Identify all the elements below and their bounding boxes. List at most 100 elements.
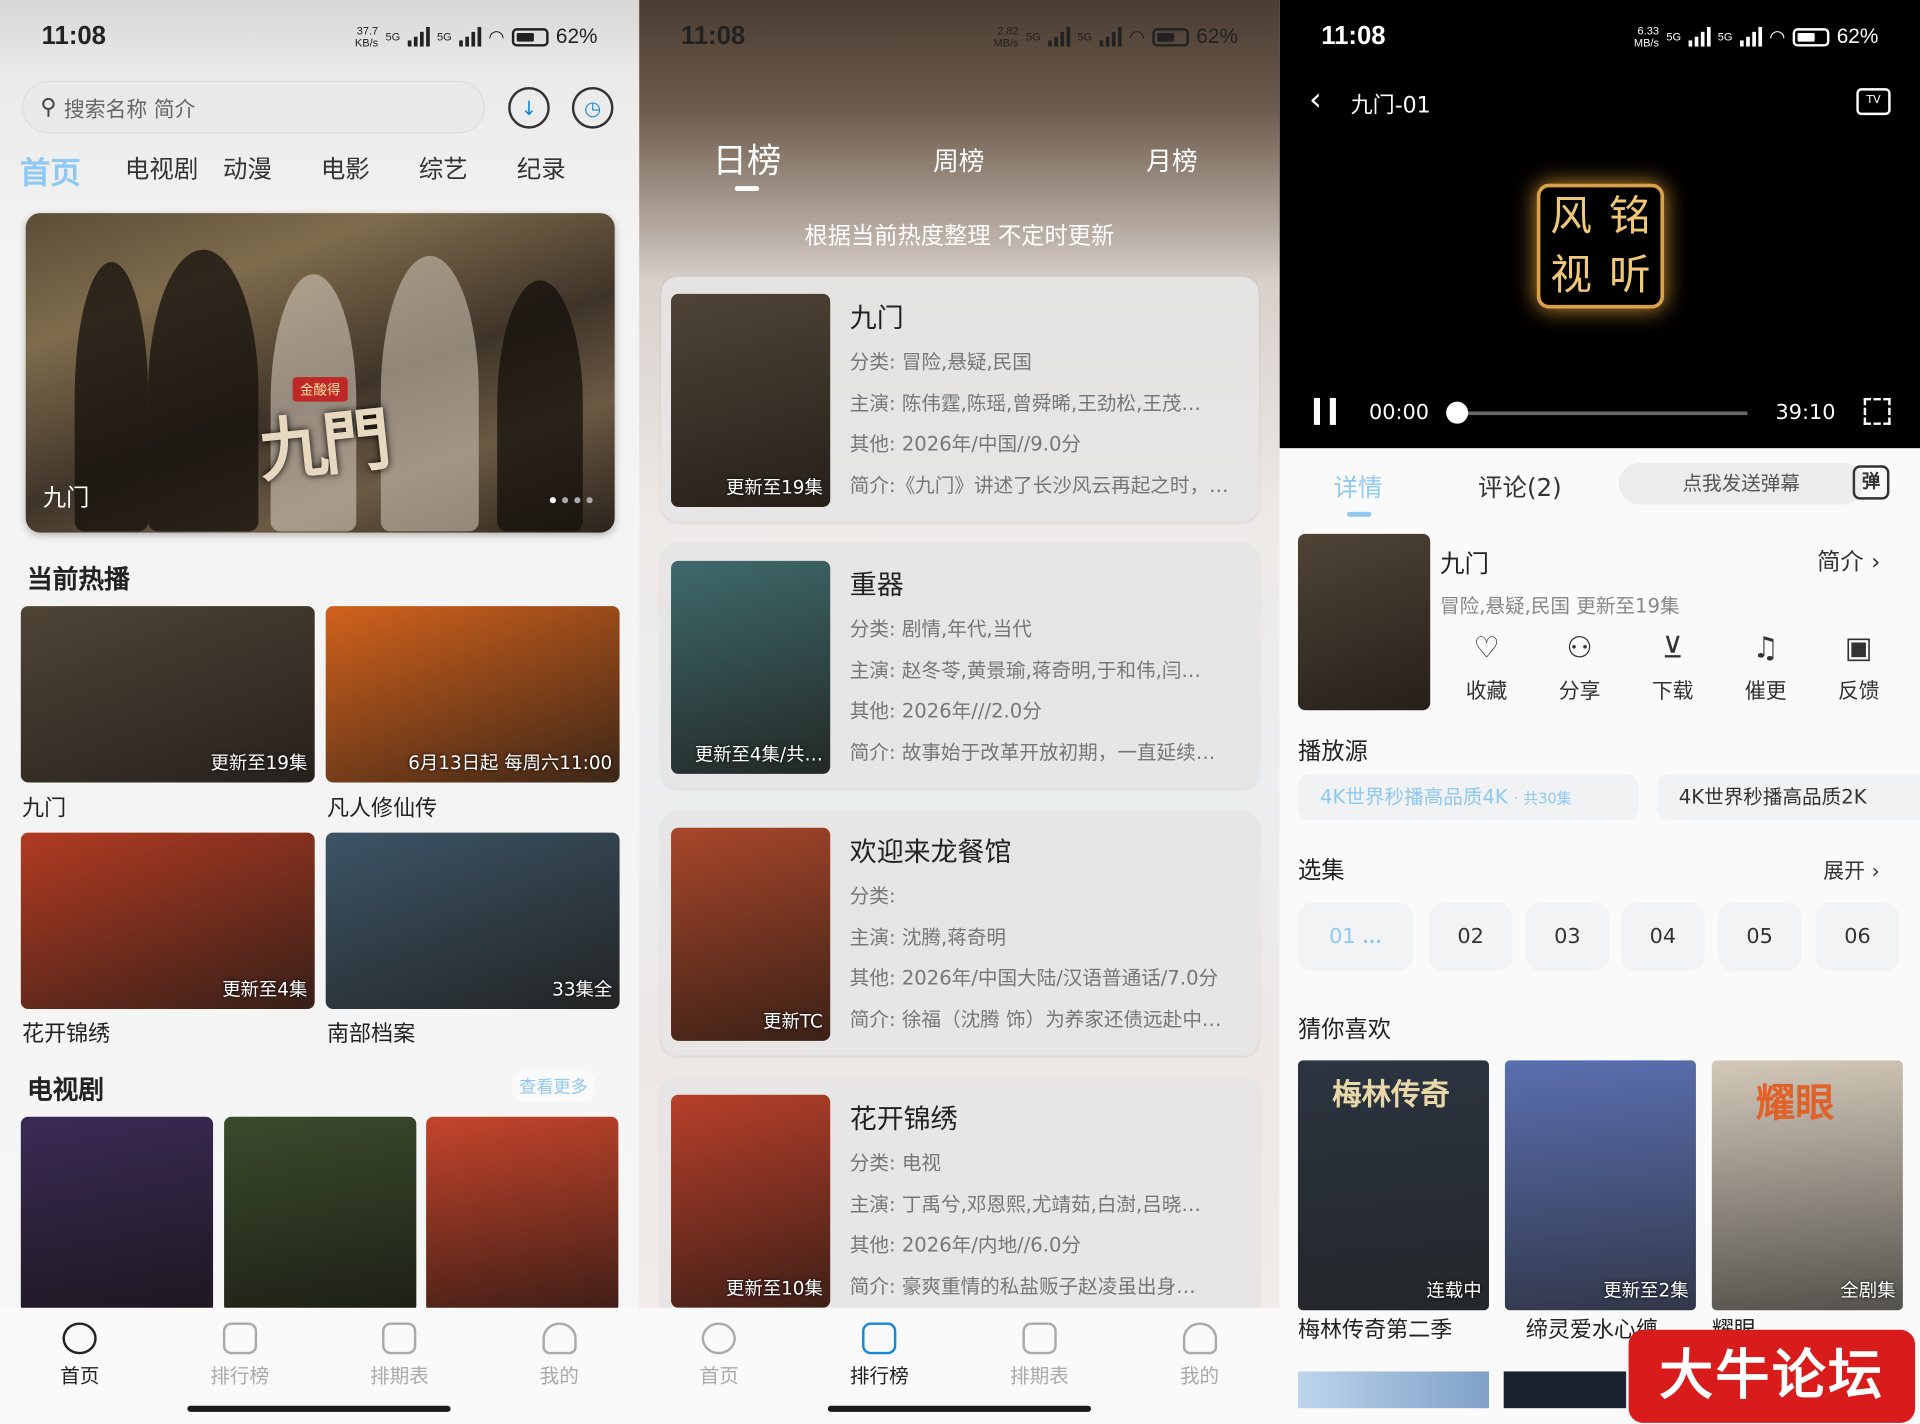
hot-card[interactable]: 更新至4集 xyxy=(20,832,315,1009)
rank-other: 其他: 2026年///2.0分 xyxy=(849,699,1042,723)
episode-button[interactable]: 04 xyxy=(1621,902,1705,972)
hot-card[interactable]: 33集全 xyxy=(325,832,620,1009)
signal-icon-2 xyxy=(1099,26,1122,47)
forum-watermark: 大牛论坛 xyxy=(1628,1329,1916,1423)
pause-icon[interactable] xyxy=(1313,397,1336,425)
tab-underline xyxy=(1346,511,1372,517)
danmu-toggle-icon[interactable]: 弹 xyxy=(1852,465,1890,500)
rank-card[interactable]: 更新至4集/共… 重器 分类: 剧情,年代,当代 主演: 赵冬苓,黄景瑜,蒋奇明… xyxy=(661,543,1259,789)
hot-badge: 33集全 xyxy=(552,978,613,1001)
rank-card[interactable]: 更新至19集 九门 分类: 冒险,悬疑,民国 主演: 陈伟霆,陈瑶,曾舜晞,王劲… xyxy=(661,276,1259,522)
share-icon: ⚇ xyxy=(1566,630,1593,665)
expand-link[interactable]: 展开 › xyxy=(1823,853,1880,884)
tabbar-home[interactable]: 首页 xyxy=(0,1308,160,1424)
tv-poster[interactable] xyxy=(426,1116,619,1313)
wifi-icon: ◠ xyxy=(1769,26,1786,48)
status-bar: 11:08 37.7 KB/s 5G 5G ◠ 62% xyxy=(0,0,639,73)
episode-button[interactable]: 05 xyxy=(1717,902,1802,972)
action-label: 下载 xyxy=(1651,679,1694,705)
episode-button-selected[interactable]: 01 ... xyxy=(1297,902,1414,972)
time-total: 39:10 xyxy=(1775,400,1836,425)
hot-card[interactable]: 更新至19集 xyxy=(20,606,315,783)
cast-tv-icon[interactable]: TV xyxy=(1856,88,1891,116)
tabbar-home[interactable]: 首页 xyxy=(639,1308,799,1424)
recommend-card[interactable]: 耀眼 全剧集 xyxy=(1711,1060,1903,1311)
recommend-card[interactable]: 梅林传奇 连载中 xyxy=(1297,1060,1489,1311)
hot-caption: 九门 xyxy=(22,795,67,822)
source-option-selected[interactable]: 4K世界秒播高品质4K · 共30集 xyxy=(1297,773,1639,821)
tab-weekly[interactable]: 周榜 xyxy=(933,142,984,179)
episode-button[interactable]: 03 xyxy=(1525,902,1609,972)
rec-overlay: 梅林传奇 xyxy=(1332,1077,1450,1112)
tabbar-ranking-label: 排行榜 xyxy=(849,1364,909,1388)
tab-daily[interactable]: 日榜 xyxy=(713,135,782,184)
time-current: 00:00 xyxy=(1368,400,1429,425)
chart-icon xyxy=(862,1322,897,1355)
tabbar-mine[interactable]: 我的 xyxy=(479,1308,639,1424)
tab-tv[interactable]: 电视剧 xyxy=(118,149,216,193)
status-time: 11:08 xyxy=(1321,22,1386,51)
feedback-icon: ▣ xyxy=(1844,630,1873,665)
hot-card[interactable]: 6月13日起 每周六11:00 xyxy=(325,606,620,783)
search-input[interactable]: ⚲ 搜索名称 简介 xyxy=(22,80,485,134)
recommend-card[interactable]: 更新至2集 xyxy=(1504,1060,1696,1311)
seek-bar[interactable] xyxy=(1453,411,1748,416)
rank-card[interactable]: 更新TC 欢迎来龙餐馆 分类: 主演: 沈腾,蒋奇明 其他: 2026年/中国大… xyxy=(661,810,1259,1056)
ranking-screen: 11:08 2.82 MB/s 5G 5G ◠ 62% 日榜 周榜 月榜 根据当前… xyxy=(639,0,1280,1424)
tabbar-mine[interactable]: 我的 xyxy=(1119,1308,1279,1424)
fullscreen-icon[interactable] xyxy=(1863,397,1891,425)
detail-screen: 11:08 6.33 MB/s 5G 5G ◠ 62% ‹ 九门-01 TV 风铭… xyxy=(1279,0,1920,1424)
tab-movie[interactable]: 电影 xyxy=(313,149,411,193)
rank-cast: 主演: 赵冬苓,黄景瑜,蒋奇明,于和伟,闫… xyxy=(849,658,1202,683)
tv-poster[interactable] xyxy=(20,1116,214,1313)
tab-detail[interactable]: 详情 xyxy=(1333,468,1382,504)
episode-button[interactable]: 02 xyxy=(1428,902,1513,972)
logo-char: 铭 xyxy=(1608,192,1651,242)
rank-category: 分类: 冒险,悬疑,民国 xyxy=(849,350,1032,374)
seek-knob[interactable] xyxy=(1446,401,1469,424)
rank-card[interactable]: 更新至10集 花开锦绣 分类: 电视 主演: 丁禹兮,邓恩熙,尤靖茹,白澍,吕晓… xyxy=(661,1077,1259,1323)
episode-label: 01 xyxy=(1329,924,1356,949)
video-controls: 00:00 39:10 xyxy=(1280,394,1920,431)
history-button[interactable]: ◷ xyxy=(571,86,614,129)
tab-underline xyxy=(734,186,760,192)
tabbar-schedule-label: 排期表 xyxy=(370,1364,429,1388)
back-arrow-icon[interactable]: ‹ xyxy=(1309,84,1322,116)
tab-anime[interactable]: 动漫 xyxy=(216,149,314,193)
source-option[interactable]: 4K世界秒播高品质2K xyxy=(1656,773,1920,821)
tab-variety[interactable]: 综艺 xyxy=(411,149,509,193)
tab-documentary[interactable]: 纪录 xyxy=(509,149,607,193)
chevron-right-icon: › xyxy=(1871,548,1881,576)
rank-other: 其他: 2026年/中国//9.0分 xyxy=(849,432,1082,456)
intro-link[interactable]: 简介 › xyxy=(1817,544,1880,577)
hero-banner[interactable]: 金酸得 九門 九门 xyxy=(25,213,615,533)
tab-monthly[interactable]: 月榜 xyxy=(1146,142,1197,179)
rank-intro: 简介:《九门》讲述了长沙风云再起之时，… xyxy=(849,473,1229,498)
feedback-button[interactable]: ▣ 反馈 xyxy=(1812,632,1905,704)
user-icon xyxy=(1182,1322,1217,1355)
danmu-input[interactable]: 点我发送弹幕 xyxy=(1618,462,1864,505)
download-icon: ↓ xyxy=(520,96,538,120)
download-button[interactable]: ⊻ 下载 xyxy=(1626,632,1719,704)
see-more-link[interactable]: 查看更多 xyxy=(511,1070,596,1103)
favorite-button[interactable]: ♡ 收藏 xyxy=(1440,632,1533,704)
search-icon: ⚲ xyxy=(40,94,57,121)
net2-label: 5G xyxy=(1077,30,1093,43)
tab-comments[interactable]: 评论(2) xyxy=(1478,468,1562,504)
video-player[interactable]: 11:08 6.33 MB/s 5G 5G ◠ 62% ‹ 九门-01 TV 风铭… xyxy=(1279,0,1920,449)
hot-caption: 花开锦绣 xyxy=(22,1021,111,1047)
share-button[interactable]: ⚇ 分享 xyxy=(1533,632,1626,704)
video-title: 九门-01 xyxy=(1350,93,1431,119)
status-bar: 11:08 2.82 MB/s 5G 5G ◠ 62% xyxy=(639,0,1279,73)
banner-logo: 九門 xyxy=(255,398,391,493)
hot-badge: 更新至19集 xyxy=(210,751,308,774)
tab-home[interactable]: 首页 xyxy=(20,149,118,193)
tv-poster[interactable] xyxy=(224,1116,417,1313)
urge-update-button[interactable]: ♫ 催更 xyxy=(1719,632,1812,704)
episode-button[interactable]: 06 xyxy=(1815,902,1900,972)
signal-icon xyxy=(407,26,430,47)
intro-link-label: 简介 xyxy=(1817,548,1864,576)
rank-intro: 简介: 徐福（沈腾 饰）为养家还债远赴中… xyxy=(849,1007,1222,1032)
download-button[interactable]: ↓ xyxy=(508,86,550,129)
tabbar-mine-label: 我的 xyxy=(539,1364,579,1388)
